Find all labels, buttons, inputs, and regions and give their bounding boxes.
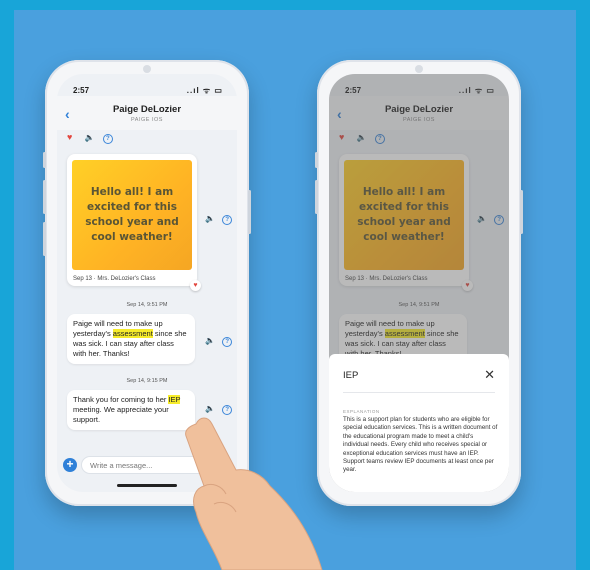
pointing-hand-illustration [185, 417, 323, 570]
